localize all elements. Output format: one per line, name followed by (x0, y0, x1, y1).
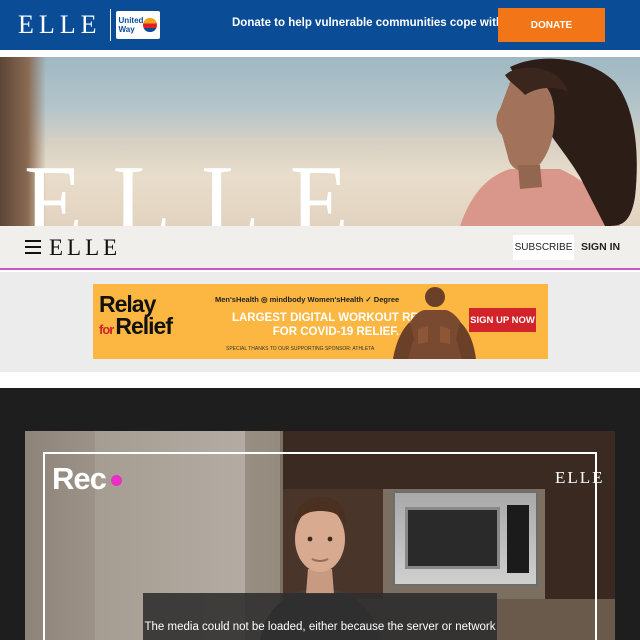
main-nav: ELLE SUBSCRIBE SIGN IN (0, 226, 640, 270)
united-way-hand-icon (143, 18, 157, 32)
logo-divider (109, 9, 111, 41)
donation-banner: ELLE United Way Donate to help vulnerabl… (0, 0, 640, 50)
ad-sponsor-logos: Men'sHealth ◎ mindbody Women'sHealth ✓ D… (215, 295, 400, 304)
united-way-wordmark: United Way (118, 16, 144, 34)
ad-container: Relay forRelief Men'sHealth ◎ mindbody W… (0, 272, 640, 372)
hamburger-menu-icon[interactable] (25, 240, 41, 254)
nav-elle-logo[interactable]: ELLE (49, 235, 121, 261)
ad-brand-logo: Relay forRelief (99, 291, 173, 339)
hero-image: ELLE (0, 57, 640, 226)
relay-for-relief-ad[interactable]: Relay forRelief Men'sHealth ◎ mindbody W… (93, 284, 548, 359)
subscribe-button[interactable]: SUBSCRIBE (513, 235, 574, 260)
record-dot-icon (110, 475, 122, 486)
video-elle-watermark: ELLE (555, 468, 605, 487)
united-way-logo[interactable]: United Way (115, 11, 160, 39)
elle-logo[interactable]: ELLE (18, 12, 102, 38)
ad-sign-up-button[interactable]: SIGN UP NOW (469, 308, 536, 332)
video-section: Rec ELLE The media could not be loaded, … (0, 388, 640, 640)
hero-model-image (460, 58, 637, 226)
ad-sponsor-note: SPECIAL THANKS TO OUR SUPPORTING SPONSOR… (226, 346, 375, 352)
video-rec-label: Rec (52, 461, 122, 497)
donate-button[interactable]: DONATE (498, 8, 605, 42)
ad-athlete-image (393, 287, 476, 359)
video-player[interactable]: Rec ELLE The media could not be loaded, … (25, 431, 615, 640)
hero-elle-logo[interactable]: ELLE (24, 148, 379, 226)
media-error-message: The media could not be loaded, either be… (143, 593, 497, 640)
sign-in-link[interactable]: SIGN IN (581, 241, 620, 253)
section-spacer (0, 372, 640, 388)
